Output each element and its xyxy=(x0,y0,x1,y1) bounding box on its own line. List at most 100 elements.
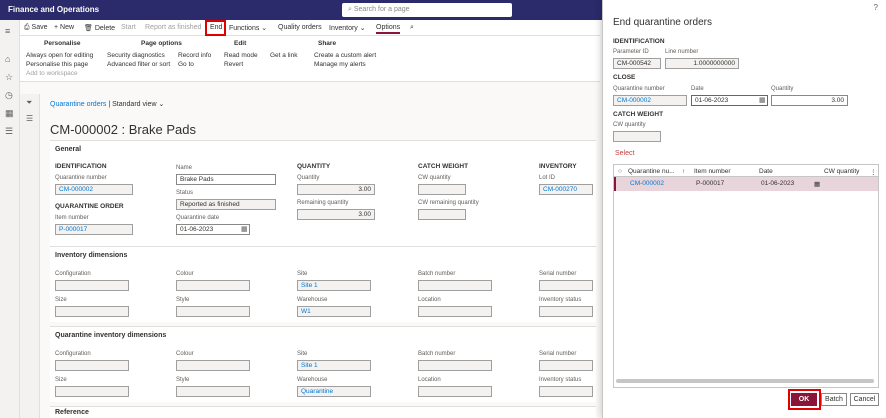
select-all-checkbox[interactable]: ○ xyxy=(618,168,622,175)
horizontal-scrollbar[interactable] xyxy=(616,379,874,383)
quarantine-date-field[interactable]: 01-06-2023 xyxy=(176,224,250,235)
style-field[interactable] xyxy=(176,386,250,397)
table-row[interactable]: CM-000002 P-000017 01-06-2023 ▦ xyxy=(614,177,878,191)
inventory-status-field[interactable] xyxy=(539,386,593,397)
more-icon[interactable]: ⋮ xyxy=(870,168,877,176)
configuration-field[interactable] xyxy=(55,360,129,371)
search-input[interactable]: ⌕ Search for a page xyxy=(342,3,512,17)
start-button[interactable]: Start xyxy=(121,24,136,31)
status-field: Reported as finished xyxy=(176,199,276,210)
serial-number-field[interactable] xyxy=(539,280,593,291)
colour-field[interactable] xyxy=(176,280,250,291)
quarantine-number-label: Quarantine number xyxy=(55,175,107,181)
form-main: Quarantine orders | Standard view ⌄ CM-0… xyxy=(40,94,600,418)
size-field[interactable] xyxy=(55,306,129,317)
personalise-page[interactable]: Personalise this page xyxy=(26,61,88,68)
col-item-number[interactable]: Item number xyxy=(694,168,731,175)
item-number-label: Item number xyxy=(55,215,89,221)
site-field[interactable]: Site 1 xyxy=(297,280,371,291)
ribbon-group-share: Share xyxy=(318,40,337,47)
select-link[interactable]: Select xyxy=(615,150,634,157)
star-icon[interactable]: ☆ xyxy=(5,72,13,83)
app-title: Finance and Operations xyxy=(8,5,100,14)
end-quarantine-dialog: ? End quarantine orders IDENTIFICATION P… xyxy=(602,0,886,418)
revert[interactable]: Revert xyxy=(224,61,243,68)
reference-header[interactable]: Reference xyxy=(55,409,89,416)
modules-icon[interactable]: ☰ xyxy=(5,126,13,137)
dialog-quantity-field[interactable]: 3.00 xyxy=(771,95,848,106)
serial-number-field[interactable] xyxy=(539,360,593,371)
filter-icon[interactable]: ⏷ xyxy=(26,98,32,108)
get-a-link[interactable]: Get a link xyxy=(270,52,297,59)
batch-number-field[interactable] xyxy=(418,360,492,371)
size-field[interactable] xyxy=(55,386,129,397)
dialog-quarantine-number-field[interactable]: CM-000002 xyxy=(613,95,687,106)
help-icon[interactable]: ? xyxy=(874,3,878,12)
home-icon[interactable]: ⌂ xyxy=(5,54,10,64)
menu-icon[interactable]: ≡ xyxy=(5,26,10,36)
add-to-workspace[interactable]: Add to workspace xyxy=(26,70,78,77)
quarantine-dimensions-header[interactable]: Quarantine inventory dimensions xyxy=(55,332,166,339)
list-icon[interactable]: ☰ xyxy=(26,114,33,123)
options-ribbon: Personalise Always open for editing Pers… xyxy=(20,36,600,82)
always-open-editing[interactable]: Always open for editing xyxy=(26,52,93,59)
inventory-status-field[interactable] xyxy=(539,306,593,317)
report-finished-button[interactable]: Report as finished xyxy=(145,24,201,31)
security-diagnostics[interactable]: Security diagnostics xyxy=(107,52,165,59)
warehouse-field[interactable]: W1 xyxy=(297,306,371,317)
name-field[interactable]: Brake Pads xyxy=(176,174,276,185)
reference-card: Reference xyxy=(50,406,596,418)
calendar-icon[interactable]: ▦ xyxy=(241,225,248,233)
action-pane: ⎙ Save + New 🗑 Delete Start Report as fi… xyxy=(20,20,600,36)
batch-number-field[interactable] xyxy=(418,280,492,291)
line-number-label: Line number xyxy=(665,49,699,55)
view-selector[interactable]: Standard view xyxy=(112,101,156,108)
cancel-button[interactable]: Cancel xyxy=(850,393,879,406)
breadcrumb-link[interactable]: Quarantine orders xyxy=(50,101,106,108)
lot-id-field[interactable]: CM-000270 xyxy=(539,184,593,195)
nav-pane: ≡ ⌂ ☆ ◷ ▦ ☰ xyxy=(0,20,20,418)
item-number-field[interactable]: P-000017 xyxy=(55,224,133,235)
colour-label: Colour xyxy=(176,351,194,357)
record-info[interactable]: Record info xyxy=(178,52,211,59)
name-label: Name xyxy=(176,165,193,171)
new-button[interactable]: + New xyxy=(54,24,74,31)
quarantine-date-label: Quarantine date xyxy=(176,215,220,221)
size-label: Size xyxy=(55,297,67,303)
dialog-cw-label: CW quantity xyxy=(613,122,646,128)
colour-field[interactable] xyxy=(176,360,250,371)
manage-my-alerts[interactable]: Manage my alerts xyxy=(314,61,366,68)
read-mode[interactable]: Read mode xyxy=(224,52,258,59)
workspace-icon[interactable]: ▦ xyxy=(5,108,14,119)
site-field[interactable]: Site 1 xyxy=(297,360,371,371)
configuration-field[interactable] xyxy=(55,280,129,291)
search-icon[interactable]: ⌕ xyxy=(410,24,414,32)
location-field[interactable] xyxy=(418,386,492,397)
save-button[interactable]: ⎙ Save xyxy=(24,24,48,32)
advanced-filter[interactable]: Advanced filter or sort xyxy=(107,61,170,68)
row-item-number: P-000017 xyxy=(696,180,725,187)
cw-quantity-field xyxy=(418,184,466,195)
clock-icon[interactable]: ◷ xyxy=(5,90,13,101)
col-date[interactable]: Date xyxy=(759,168,773,175)
col-cw-quantity[interactable]: CW quantity xyxy=(824,168,859,175)
delete-button[interactable]: 🗑 Delete xyxy=(84,24,115,32)
general-header[interactable]: General xyxy=(55,146,81,153)
calendar-icon[interactable]: ▦ xyxy=(759,96,766,104)
col-quarantine-number[interactable]: Quarantine nu... xyxy=(628,168,675,175)
inventory-button[interactable]: Inventory ⌄ xyxy=(329,24,366,32)
functions-button[interactable]: Functions ⌄ xyxy=(229,24,267,32)
quality-orders-button[interactable]: Quality orders xyxy=(278,24,322,31)
dialog-date-field[interactable]: 01-06-2023 xyxy=(691,95,768,106)
go-to[interactable]: Go to xyxy=(178,61,194,68)
quarantine-number-field[interactable]: CM-000002 xyxy=(55,184,133,195)
batch-button[interactable]: Batch xyxy=(821,393,847,406)
dialog-cw-field xyxy=(613,131,661,142)
inventory-dimensions-header[interactable]: Inventory dimensions xyxy=(55,252,127,259)
row-quarantine-number[interactable]: CM-000002 xyxy=(630,180,664,187)
style-field[interactable] xyxy=(176,306,250,317)
warehouse-field[interactable]: Quarantine xyxy=(297,386,371,397)
create-custom-alert[interactable]: Create a custom alert xyxy=(314,52,376,59)
tab-options[interactable]: Options xyxy=(376,24,401,34)
location-field[interactable] xyxy=(418,306,492,317)
